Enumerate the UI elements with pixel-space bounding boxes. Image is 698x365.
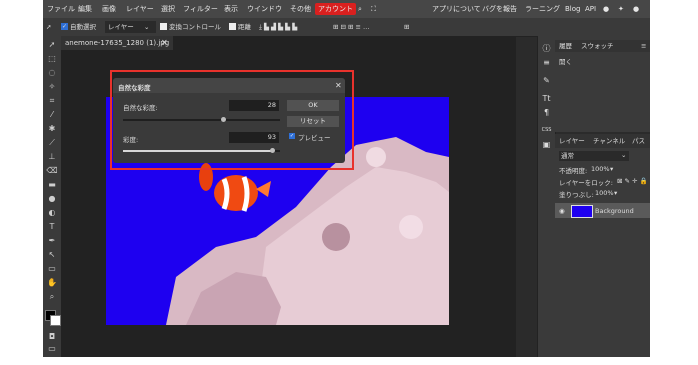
close-icon[interactable]: ✕ — [161, 36, 168, 50]
history-item[interactable]: 開く — [559, 56, 572, 66]
document-tab-label: anemone-17635_1280 (1).jpg — [65, 39, 170, 47]
menu-edit[interactable]: 編集 — [78, 0, 92, 18]
layer-row[interactable]: ◉ Background — [555, 203, 650, 218]
fullscreen-icon[interactable]: ⛶ — [371, 0, 376, 18]
app-window: ファイル 編集 画像 レイヤー 選択 フィルター 表示 ウインドウ その他 アカ… — [43, 0, 650, 357]
fill-value[interactable]: 100% — [595, 189, 614, 197]
tab-swatches[interactable]: スウォッチ — [581, 40, 614, 52]
twitter-icon[interactable]: ✦ — [618, 0, 624, 18]
chevron-down-icon[interactable]: ▾ — [614, 189, 617, 197]
chevron-down-icon[interactable]: ▾ — [610, 165, 613, 173]
facebook-icon[interactable]: ● — [633, 0, 639, 18]
menu-bar: ファイル 編集 画像 レイヤー 選択 フィルター 表示 ウインドウ その他 アカ… — [43, 0, 650, 18]
document-tab[interactable]: anemone-17635_1280 (1).jpg ✕ — [61, 36, 174, 50]
menu-api[interactable]: API — [585, 0, 596, 18]
move-tool-icon[interactable]: ➚ — [46, 40, 58, 50]
eye-icon[interactable]: ◉ — [559, 207, 565, 215]
auto-select-label: 自動選択 — [70, 23, 96, 31]
layers-tabbar: レイヤー チャンネル パス — [555, 134, 650, 148]
transform-controls-label: 変換コントロール — [169, 23, 221, 31]
menu-learning[interactable]: ラーニング — [525, 0, 560, 18]
layers-panel: レイヤー チャンネル パス 通常 ⌄ 不透明度: 100% ▾ レイヤーをロック… — [555, 134, 650, 357]
menu-view[interactable]: 表示 — [224, 0, 238, 18]
properties-icon[interactable]: ≡ — [540, 56, 553, 69]
reddit-icon[interactable]: ● — [603, 0, 609, 18]
lock-icons[interactable]: ⊠ ✎ ✛ 🔒 — [617, 177, 648, 185]
brush-settings-icon[interactable]: ✎ — [540, 74, 553, 87]
dodge-tool-icon[interactable]: ◐ — [46, 208, 58, 218]
panel-icon-column: ⓘ ≡ ✎ Tt ¶ CSS ▣ — [537, 36, 556, 357]
menu-bug-report[interactable]: バグを報告 — [482, 0, 517, 18]
tab-history[interactable]: 履歴 — [559, 40, 572, 52]
menu-select[interactable]: 選択 — [161, 0, 175, 18]
screen-mode-icon[interactable]: ▭ — [46, 344, 58, 354]
tab-layers[interactable]: レイヤー — [559, 134, 585, 148]
blur-tool-icon[interactable]: ● — [46, 194, 58, 204]
pen-tool-icon[interactable]: ✒ — [46, 236, 58, 246]
distribute-icons[interactable]: ⊞ ⊟ ⊞ ≡ … — [333, 18, 370, 36]
grid-icon[interactable]: ⊞ — [404, 18, 409, 36]
zoom-tool-icon[interactable]: ⌕ — [46, 292, 58, 302]
menu-account[interactable]: アカウント — [315, 3, 356, 15]
menu-icon[interactable]: ≡ — [641, 40, 646, 52]
layer-thumbnail — [571, 205, 593, 218]
opacity-value[interactable]: 100% — [591, 165, 610, 173]
hand-tool-icon[interactable]: ✋ — [46, 278, 58, 288]
auto-select-checkbox[interactable]: ✓ — [61, 23, 68, 30]
history-panel: 履歴 スウォッチ ≡ 開く — [555, 36, 650, 132]
background-color-swatch[interactable] — [50, 315, 61, 326]
type-tool-icon[interactable]: T — [46, 222, 58, 232]
fill-label: 塗りつぶし: — [559, 191, 594, 199]
opacity-label: 不透明度: — [559, 167, 588, 175]
path-select-icon[interactable]: ↖ — [46, 250, 58, 260]
character-icon[interactable]: Tt — [540, 92, 553, 105]
tools-toolbar: ➚ ⬚ ◌ ✧ ⌗ ⁄ ✱ ⟋ ⊥ ⌫ ▬ ● ◐ T ✒ ↖ ▭ ✋ ⌕ ◘ … — [43, 36, 61, 357]
highlight-box — [110, 70, 354, 170]
eraser-tool-icon[interactable]: ⌫ — [46, 166, 58, 176]
menu-image[interactable]: 画像 — [102, 0, 116, 18]
gradient-tool-icon[interactable]: ▬ — [46, 180, 58, 190]
menu-filter[interactable]: フィルター — [183, 0, 218, 18]
lasso-tool-icon[interactable]: ◌ — [46, 68, 58, 78]
menu-blog[interactable]: Blog — [565, 0, 580, 18]
marquee-tool-icon[interactable]: ⬚ — [46, 54, 58, 64]
tab-paths[interactable]: パス — [632, 134, 645, 148]
align-icons[interactable]: ⤓ ▙ ▟ ▙ ▙ ▙ — [259, 18, 297, 36]
distance-checkbox[interactable] — [229, 23, 236, 30]
quick-mask-icon[interactable]: ◘ — [46, 332, 58, 342]
distance-label: 距離 — [238, 23, 251, 31]
chevron-down-icon: ⌄ — [144, 23, 150, 31]
menu-layer[interactable]: レイヤー — [126, 0, 154, 18]
crop-tool-icon[interactable]: ⌗ — [46, 96, 58, 106]
lock-label: レイヤーをロック: — [559, 179, 613, 187]
menu-about[interactable]: アプリについて — [432, 0, 481, 18]
layer-name: Background — [595, 207, 634, 215]
eyedropper-icon[interactable]: ⁄ — [46, 110, 58, 120]
move-tool-icon: ➚ — [46, 23, 52, 31]
image-icon[interactable]: ▣ — [540, 138, 553, 151]
stamp-tool-icon[interactable]: ⊥ — [46, 152, 58, 162]
tab-channels[interactable]: チャンネル — [593, 134, 625, 148]
blend-mode-select[interactable]: 通常 — [559, 151, 629, 161]
menu-more[interactable]: その他 — [290, 0, 311, 18]
css-icon[interactable]: CSS — [540, 124, 553, 137]
magic-wand-icon[interactable]: ✧ — [46, 82, 58, 92]
menu-file[interactable]: ファイル — [47, 0, 75, 18]
chevron-down-icon: ⌄ — [621, 151, 627, 159]
menu-window[interactable]: ウインドウ — [247, 0, 282, 18]
healing-brush-icon[interactable]: ✱ — [46, 124, 58, 134]
transform-controls-checkbox[interactable] — [160, 23, 167, 30]
search-icon[interactable]: ⌕ — [358, 0, 362, 18]
shape-tool-icon[interactable]: ▭ — [46, 264, 58, 274]
info-icon[interactable]: ⓘ — [540, 42, 553, 55]
history-tabbar: 履歴 スウォッチ ≡ — [555, 40, 650, 52]
paragraph-icon[interactable]: ¶ — [540, 106, 553, 119]
brush-tool-icon[interactable]: ⟋ — [46, 138, 58, 148]
options-bar: ➚ ✓ 自動選択 レイヤー ⌄ 変換コントロール 距離 ⤓ ▙ ▟ ▙ ▙ ▙ … — [43, 18, 650, 37]
